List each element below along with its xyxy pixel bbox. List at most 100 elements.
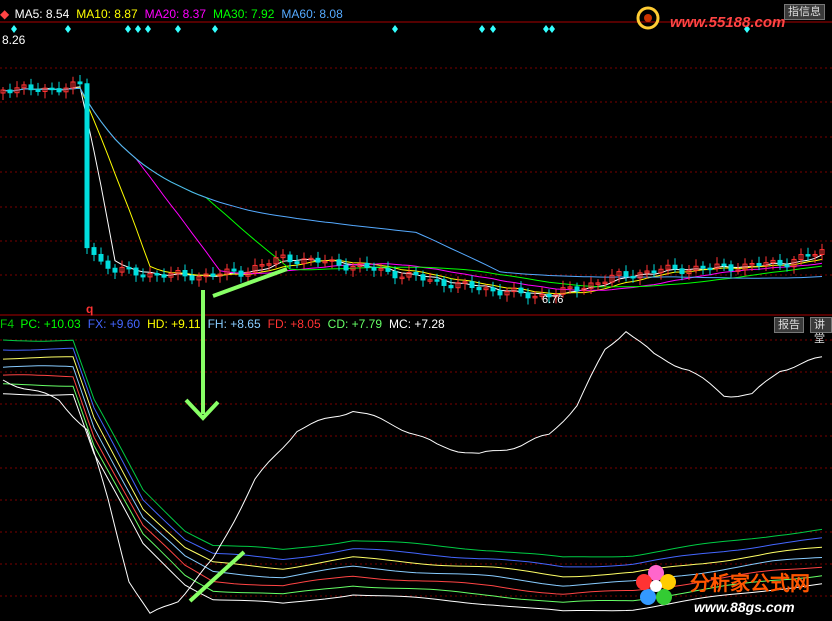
candle-body (728, 264, 734, 272)
candle-body (231, 268, 237, 272)
ma-legend-item-ma10: MA10: 8.87 (76, 7, 138, 21)
indicator-legend-item-hd: HD: +9.11 (147, 317, 201, 331)
candle-body (189, 275, 195, 281)
candle-body (112, 267, 118, 273)
candle-body (210, 273, 216, 277)
watermark-logo: 分析家公式网 www.88gs.com (636, 565, 810, 615)
info-button-label: 信息 (799, 6, 821, 18)
candle-body (784, 264, 790, 268)
candle-body (238, 270, 244, 277)
indicator-prefix: F4 (0, 317, 15, 331)
signal-diamond (392, 25, 398, 33)
indicator-legend-item-fx: FX: +9.60 (87, 317, 141, 331)
moving-average-lines (2, 86, 823, 297)
explain-button[interactable]: 讲堂 (810, 317, 832, 345)
candle-body (7, 89, 13, 94)
ma-line-ma5 (2, 86, 823, 297)
candle-body (315, 257, 321, 263)
candle-body (476, 287, 482, 291)
logo-url: www.88gs.com (694, 599, 795, 615)
watermark-url: www.55188.com (670, 14, 785, 31)
indicator-legend-item-fh: FH: +8.65 (207, 317, 261, 331)
signal-diamond (175, 25, 181, 33)
info-button[interactable]: 指信息 (784, 4, 825, 20)
ma-legend-arrow-icon: ◆ (0, 7, 10, 21)
candle-body (525, 292, 531, 299)
ma-line-ma20 (2, 87, 823, 291)
candle-body (371, 266, 377, 271)
candle-body (777, 259, 783, 266)
indicator-legend-item-mc: MC: +7.28 (389, 317, 445, 331)
candle-body (126, 266, 132, 270)
candle-body (84, 83, 90, 249)
candle-body (105, 260, 111, 269)
signal-marker-letter: q (86, 302, 93, 316)
ma-line-ma10 (2, 87, 823, 295)
candle-body (679, 268, 685, 275)
ma-legend-item-ma60: MA60: 8.08 (281, 7, 343, 21)
candle-body (707, 267, 713, 271)
signal-diamond (479, 25, 485, 33)
ma-legend-item-ma5: MA5: 8.54 (14, 7, 70, 21)
candle-body (182, 270, 188, 277)
signal-diamond (135, 25, 141, 33)
candle-body (77, 81, 83, 85)
candle-body (448, 284, 454, 289)
candle-body (56, 88, 62, 93)
candle-body (49, 87, 55, 91)
candle-body (469, 281, 475, 289)
candle-body (672, 264, 678, 270)
indicator-band-fd (2, 374, 823, 595)
candle-body (161, 274, 167, 278)
candle-body (700, 265, 706, 269)
ma-line-ma30 (2, 87, 823, 288)
candle-body (385, 268, 391, 272)
candle-body (133, 267, 139, 276)
candle-body (441, 279, 447, 286)
logo-name: 分析家公式网 (690, 571, 810, 595)
candle-body (721, 263, 727, 267)
candle-body (413, 271, 419, 276)
candle-body (91, 247, 97, 255)
first-price-label: 8.26 (2, 33, 26, 47)
candle-body (518, 287, 524, 294)
candle-body (630, 275, 636, 279)
candle-body (392, 270, 398, 279)
candle-body (336, 259, 342, 266)
signal-diamond (490, 25, 496, 33)
candle-body (294, 261, 300, 265)
ma-legend-item-ma20: MA20: 8.37 (144, 7, 207, 21)
signal-diamond (145, 25, 151, 33)
candle-body (574, 286, 580, 292)
candle-body (35, 89, 41, 92)
candle-body (364, 262, 370, 268)
candle-body (343, 264, 349, 271)
signal-diamond (11, 25, 17, 33)
indicator-legend-item-cd: CD: +7.79 (327, 317, 383, 331)
signal-diamonds (11, 25, 750, 33)
candle-body (28, 84, 34, 91)
candle-body (490, 287, 496, 292)
ma-legend: ◆ MA5: 8.54 MA10: 8.87 MA20: 8.37 MA30: 7.9… (0, 6, 350, 22)
signal-diamond (65, 25, 71, 33)
indicator-band-pc (2, 339, 823, 558)
candle-body (154, 273, 160, 276)
report-button[interactable]: 报告 (774, 317, 804, 333)
candle-body (98, 253, 104, 262)
candle-body (756, 262, 762, 267)
signal-diamond (549, 25, 555, 33)
indicator-legend-item-fd: FD: +8.05 (267, 317, 321, 331)
candle-body (497, 290, 503, 296)
candle-body (623, 271, 629, 277)
indicator-legend-item-pc: PC: +10.03 (20, 317, 81, 331)
signal-diamond (212, 25, 218, 33)
candle-body (420, 274, 426, 281)
signal-diamond (125, 25, 131, 33)
watermark-swirl-icon (636, 6, 660, 30)
ma-legend-item-ma30: MA30: 7.92 (213, 7, 275, 21)
signal-diamond (543, 25, 549, 33)
candle-body (651, 270, 657, 274)
chart-grid (0, 67, 832, 597)
info-button-prefix: 指 (788, 6, 799, 18)
candle-body (140, 274, 146, 278)
